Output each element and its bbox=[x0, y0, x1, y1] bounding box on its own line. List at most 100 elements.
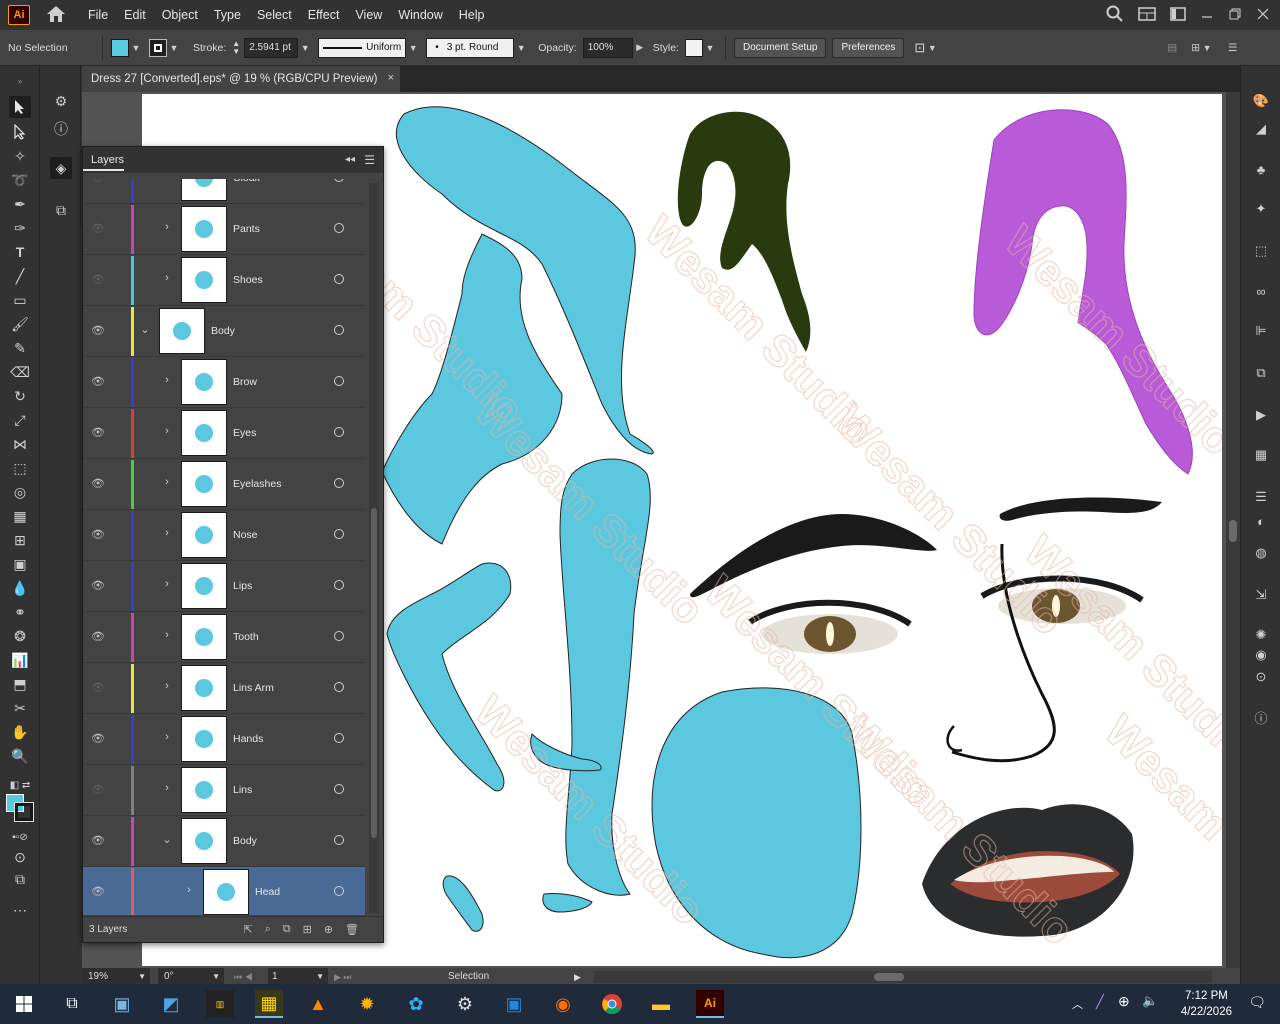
layer-row[interactable]: 👁 › Lips bbox=[83, 561, 365, 612]
document-tab[interactable]: Dress 27 [Converted].eps* @ 19 % (RGB/CP… bbox=[82, 66, 400, 92]
arrange-documents-icon[interactable] bbox=[1170, 6, 1186, 24]
new-layer-icon[interactable]: ⊕ bbox=[324, 923, 333, 936]
hand-tool-icon[interactable]: ✋ bbox=[9, 721, 31, 743]
app-icon[interactable]: ▣ bbox=[500, 990, 528, 1018]
start-icon[interactable] bbox=[10, 990, 38, 1018]
app-icon[interactable]: ▣ bbox=[108, 990, 136, 1018]
app-icon[interactable]: ⚙ bbox=[451, 990, 479, 1018]
menu-object[interactable]: Object bbox=[154, 0, 206, 30]
home-icon[interactable] bbox=[46, 5, 66, 26]
chevron-right-icon[interactable]: › bbox=[183, 884, 195, 896]
visibility-eye-icon[interactable]: 👁 bbox=[91, 426, 105, 440]
target-circle-icon[interactable] bbox=[334, 478, 344, 488]
panel-menu-icon[interactable]: ☰ bbox=[1228, 42, 1237, 54]
chevron-down-icon[interactable]: ⌄ bbox=[161, 833, 173, 846]
layer-name[interactable]: Lins bbox=[233, 784, 252, 796]
visibility-eye-icon[interactable]: 👁 bbox=[91, 179, 105, 185]
layer-name[interactable]: Pants bbox=[233, 223, 260, 235]
chevron-down-icon[interactable]: ▼ bbox=[406, 43, 420, 53]
make-clipping-mask-icon[interactable]: ⧉ bbox=[283, 923, 291, 936]
visibility-eye-icon[interactable]: 👁 bbox=[91, 681, 105, 695]
layer-name[interactable]: Nose bbox=[233, 529, 258, 541]
target-circle-icon[interactable] bbox=[334, 784, 344, 794]
brushes-icon[interactable]: ✺ bbox=[1252, 626, 1270, 644]
close-icon[interactable] bbox=[1256, 7, 1270, 24]
target-circle-icon[interactable] bbox=[334, 580, 344, 590]
layer-row[interactable]: 👁 › Nose bbox=[83, 510, 365, 561]
chevron-right-icon[interactable]: › bbox=[161, 578, 173, 590]
document-setup-button[interactable]: Document Setup bbox=[733, 37, 827, 58]
transform-icon[interactable]: ⊡ bbox=[914, 40, 925, 56]
app-icon[interactable]: ✿ bbox=[402, 990, 430, 1018]
horizontal-scrollbar[interactable] bbox=[594, 971, 1212, 983]
column-graph-tool-icon[interactable]: 📊 bbox=[9, 649, 31, 671]
chevron-right-icon[interactable]: › bbox=[161, 221, 173, 233]
panel-menu-icon[interactable]: ☰ bbox=[364, 153, 375, 167]
layers-icon[interactable]: ◈ bbox=[50, 157, 72, 179]
layer-row[interactable]: 👁 › Shoes bbox=[83, 255, 365, 306]
document-info-icon[interactable]: ⓘ bbox=[1252, 708, 1270, 726]
target-circle-icon[interactable] bbox=[334, 529, 344, 539]
layer-row[interactable]: 👁 › Eyelashes bbox=[83, 459, 365, 510]
visibility-eye-icon[interactable]: 👁 bbox=[91, 273, 105, 287]
stroke-color-box[interactable] bbox=[14, 802, 34, 822]
visibility-eye-icon[interactable]: 👁 bbox=[91, 885, 105, 899]
network-icon[interactable]: ⊕ bbox=[1118, 993, 1130, 1010]
menu-window[interactable]: Window bbox=[390, 0, 450, 30]
collapse-panel-icon[interactable]: ◂◂ bbox=[345, 154, 355, 165]
chevron-down-icon[interactable]: ▼ bbox=[703, 43, 717, 53]
chevron-down-icon[interactable]: ▼ bbox=[514, 43, 528, 53]
task-view-icon[interactable]: ⧉ bbox=[58, 990, 86, 1018]
pathfinder-icon[interactable]: ⧉ bbox=[1252, 364, 1270, 382]
minimize-icon[interactable] bbox=[1200, 7, 1214, 24]
eraser-tool-icon[interactable]: ⌫ bbox=[9, 361, 31, 383]
graphic-style-swatch[interactable] bbox=[684, 38, 703, 57]
stroke-swatch[interactable] bbox=[149, 38, 167, 57]
visibility-eye-icon[interactable]: 👁 bbox=[91, 477, 105, 491]
chevron-right-icon[interactable]: › bbox=[161, 179, 173, 182]
chevron-right-icon[interactable]: › bbox=[161, 425, 173, 437]
symbols-icon[interactable]: ♣ bbox=[1252, 160, 1270, 178]
target-circle-icon[interactable] bbox=[334, 223, 344, 233]
trash-icon[interactable]: 🗑 bbox=[345, 923, 359, 936]
target-circle-icon[interactable] bbox=[334, 376, 344, 386]
layer-name[interactable]: Hands bbox=[233, 733, 263, 745]
asset-export-icon[interactable]: ⊙ bbox=[1252, 668, 1270, 686]
visibility-eye-icon[interactable]: 👁 bbox=[91, 579, 105, 593]
restore-icon[interactable] bbox=[1228, 7, 1242, 24]
illustrator-icon[interactable]: Ai bbox=[696, 990, 724, 1018]
rectangle-tool-icon[interactable]: ▭ bbox=[9, 289, 31, 311]
direct-selection-tool-icon[interactable] bbox=[9, 121, 31, 143]
visibility-eye-icon[interactable]: 👁 bbox=[91, 630, 105, 644]
chrome-icon[interactable] bbox=[598, 990, 626, 1018]
search-icon[interactable] bbox=[1106, 5, 1124, 26]
layer-name[interactable]: Tooth bbox=[233, 631, 259, 643]
chevron-right-icon[interactable]: › bbox=[161, 272, 173, 284]
chevron-right-icon[interactable]: ▶ bbox=[633, 42, 647, 53]
layer-name[interactable]: Brow bbox=[233, 376, 257, 388]
layer-row[interactable]: 👁 › Brow bbox=[83, 357, 365, 408]
chevron-right-icon[interactable]: › bbox=[161, 476, 173, 488]
layer-name[interactable]: Lins Arm bbox=[233, 682, 274, 694]
layer-row[interactable]: 👁 › Lins bbox=[83, 765, 365, 816]
studio-app-icon[interactable]: ▥ bbox=[206, 990, 234, 1018]
chevron-down-icon[interactable]: ▼ bbox=[1200, 43, 1214, 53]
visibility-eye-icon[interactable]: 👁 bbox=[91, 834, 105, 848]
transparency-icon[interactable]: ◐ bbox=[1252, 512, 1270, 530]
volume-icon[interactable]: 🔈 bbox=[1142, 993, 1158, 1009]
layer-row[interactable]: 👁 › Cloak bbox=[83, 179, 365, 204]
target-circle-icon[interactable] bbox=[334, 427, 344, 437]
selection-tool-icon[interactable] bbox=[9, 96, 31, 118]
layer-row[interactable]: 👁 ⌄ Body bbox=[83, 816, 365, 867]
appearance-icon[interactable]: ◍ bbox=[1252, 544, 1270, 562]
layer-row[interactable]: 👁 › Hands bbox=[83, 714, 365, 765]
pen-icon[interactable]: ╱ bbox=[1096, 994, 1104, 1010]
layer-row[interactable]: 👁 › Lins Arm bbox=[83, 663, 365, 714]
menu-view[interactable]: View bbox=[347, 0, 390, 30]
close-tab-icon[interactable]: × bbox=[388, 72, 394, 84]
layer-name[interactable]: Lips bbox=[233, 580, 252, 592]
gradient-tool-icon[interactable]: ▣ bbox=[9, 553, 31, 575]
align-icon[interactable]: ▤ bbox=[1167, 42, 1177, 54]
target-circle-icon[interactable] bbox=[334, 274, 344, 284]
scrollbar-thumb[interactable] bbox=[874, 973, 904, 981]
